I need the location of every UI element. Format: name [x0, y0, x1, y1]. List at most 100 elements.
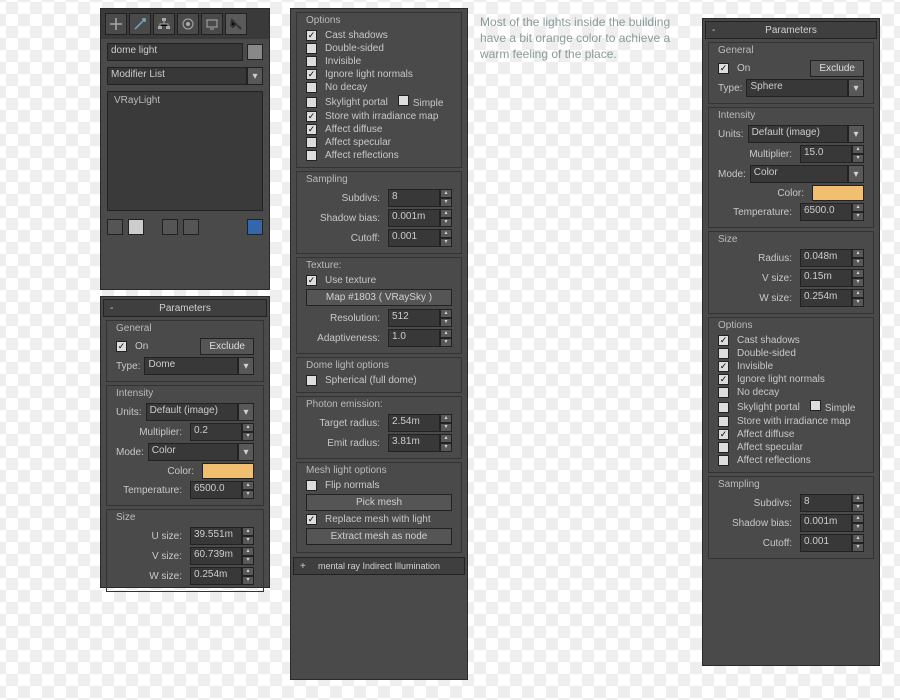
exclude-button[interactable]: Exclude — [810, 60, 864, 77]
spin-up-icon[interactable]: ▴ — [242, 423, 254, 432]
spin-down-icon[interactable]: ▾ — [852, 543, 864, 552]
pin-stack-icon[interactable] — [107, 219, 123, 235]
option-checkbox[interactable] — [306, 111, 317, 122]
modifier-list-select[interactable]: Modifier List — [107, 67, 247, 85]
option-checkbox[interactable] — [718, 416, 729, 427]
spin-down-icon[interactable]: ▾ — [242, 432, 254, 441]
u-size-spinner[interactable]: 39.551m — [190, 527, 242, 545]
dropdown-icon[interactable]: ▾ — [848, 165, 864, 183]
temperature-spinner[interactable]: 6500.0 — [190, 481, 242, 499]
spin-up-icon[interactable]: ▴ — [242, 547, 254, 556]
shadow-bias-spinner[interactable]: 0.001m — [800, 514, 852, 532]
option-checkbox[interactable] — [718, 361, 729, 372]
option-checkbox[interactable] — [306, 43, 317, 54]
option-checkbox[interactable] — [718, 348, 729, 359]
simple-checkbox[interactable] — [398, 95, 409, 106]
dropdown-icon[interactable]: ▾ — [238, 403, 254, 421]
motion-tab-icon[interactable] — [177, 13, 199, 35]
option-checkbox[interactable] — [306, 97, 317, 108]
spin-down-icon[interactable]: ▾ — [440, 338, 452, 347]
modifier-stack[interactable]: VRayLight — [107, 91, 263, 211]
dropdown-icon[interactable]: ▾ — [238, 443, 254, 461]
shadow-bias-spinner[interactable]: 0.001m — [388, 209, 440, 227]
spin-down-icon[interactable]: ▾ — [852, 298, 864, 307]
option-checkbox[interactable] — [718, 374, 729, 385]
spin-up-icon[interactable]: ▴ — [852, 249, 864, 258]
spin-up-icon[interactable]: ▴ — [242, 481, 254, 490]
use-texture-checkbox[interactable] — [306, 275, 317, 286]
spin-down-icon[interactable]: ▾ — [852, 278, 864, 287]
spin-up-icon[interactable]: ▴ — [440, 229, 452, 238]
spin-down-icon[interactable]: ▾ — [440, 218, 452, 227]
on-checkbox[interactable] — [718, 63, 729, 74]
multiplier-spinner[interactable]: 15.0 — [800, 145, 852, 163]
create-tab-icon[interactable] — [105, 13, 127, 35]
dropdown-icon[interactable]: ▾ — [848, 125, 864, 143]
option-checkbox[interactable] — [306, 56, 317, 67]
w-size-spinner[interactable]: 0.254m — [800, 289, 852, 307]
adaptiveness-spinner[interactable]: 1.0 — [388, 329, 440, 347]
display-tab-icon[interactable] — [201, 13, 223, 35]
v-size-spinner[interactable]: 0.15m — [800, 269, 852, 287]
cutoff-spinner[interactable]: 0.001 — [388, 229, 440, 247]
resolution-spinner[interactable]: 512 — [388, 309, 440, 327]
color-swatch[interactable] — [202, 463, 254, 479]
pick-mesh-button[interactable]: Pick mesh — [306, 494, 452, 511]
option-checkbox[interactable] — [306, 124, 317, 135]
spin-up-icon[interactable]: ▴ — [440, 189, 452, 198]
temperature-spinner[interactable]: 6500.0 — [800, 203, 852, 221]
spin-down-icon[interactable]: ▾ — [852, 258, 864, 267]
w-size-spinner[interactable]: 0.254m — [190, 567, 242, 585]
spin-up-icon[interactable]: ▴ — [242, 527, 254, 536]
spin-down-icon[interactable]: ▾ — [852, 212, 864, 221]
spin-down-icon[interactable]: ▾ — [242, 556, 254, 565]
type-select[interactable]: Dome — [144, 357, 238, 375]
option-checkbox[interactable] — [306, 69, 317, 80]
option-checkbox[interactable] — [306, 82, 317, 93]
utilities-tab-icon[interactable] — [225, 13, 247, 35]
option-checkbox[interactable] — [718, 455, 729, 466]
spin-down-icon[interactable]: ▾ — [440, 198, 452, 207]
option-checkbox[interactable] — [306, 137, 317, 148]
option-checkbox[interactable] — [718, 335, 729, 346]
spin-down-icon[interactable]: ▾ — [440, 318, 452, 327]
units-select[interactable]: Default (image) — [748, 125, 848, 143]
spherical-checkbox[interactable] — [306, 375, 317, 386]
remove-modifier-icon[interactable] — [183, 219, 199, 235]
extract-mesh-button[interactable]: Extract mesh as node — [306, 528, 452, 545]
mode-select[interactable]: Color — [148, 443, 238, 461]
flip-normals-checkbox[interactable] — [306, 480, 317, 491]
option-checkbox[interactable] — [718, 387, 729, 398]
spin-down-icon[interactable]: ▾ — [440, 423, 452, 432]
mode-select[interactable]: Color — [750, 165, 848, 183]
spin-down-icon[interactable]: ▾ — [852, 523, 864, 532]
v-size-spinner[interactable]: 60.739m — [190, 547, 242, 565]
spin-up-icon[interactable]: ▴ — [440, 414, 452, 423]
parameters-rollout-header[interactable]: -Parameters — [103, 299, 267, 317]
option-checkbox[interactable] — [306, 150, 317, 161]
configure-sets-icon[interactable] — [247, 219, 263, 235]
replace-mesh-checkbox[interactable] — [306, 514, 317, 525]
spin-up-icon[interactable]: ▴ — [852, 269, 864, 278]
simple-checkbox[interactable] — [810, 400, 821, 411]
spin-up-icon[interactable]: ▴ — [852, 203, 864, 212]
make-unique-icon[interactable] — [162, 219, 178, 235]
on-checkbox[interactable] — [116, 341, 127, 352]
spin-up-icon[interactable]: ▴ — [440, 209, 452, 218]
spin-up-icon[interactable]: ▴ — [852, 534, 864, 543]
spin-up-icon[interactable]: ▴ — [242, 567, 254, 576]
target-radius-spinner[interactable]: 2.54m — [388, 414, 440, 432]
spin-up-icon[interactable]: ▴ — [852, 494, 864, 503]
spin-up-icon[interactable]: ▴ — [440, 434, 452, 443]
dropdown-icon[interactable]: ▾ — [247, 67, 263, 85]
radius-spinner[interactable]: 0.048m — [800, 249, 852, 267]
multiplier-spinner[interactable]: 0.2 — [190, 423, 242, 441]
subdivs-spinner[interactable]: 8 — [800, 494, 852, 512]
spin-down-icon[interactable]: ▾ — [852, 503, 864, 512]
dropdown-icon[interactable]: ▾ — [238, 357, 254, 375]
stack-item[interactable]: VRayLight — [108, 92, 262, 109]
mental-ray-rollout-header[interactable]: +mental ray Indirect Illumination — [293, 557, 465, 575]
modify-tab-icon[interactable] — [129, 13, 151, 35]
spin-down-icon[interactable]: ▾ — [242, 490, 254, 499]
subdivs-spinner[interactable]: 8 — [388, 189, 440, 207]
